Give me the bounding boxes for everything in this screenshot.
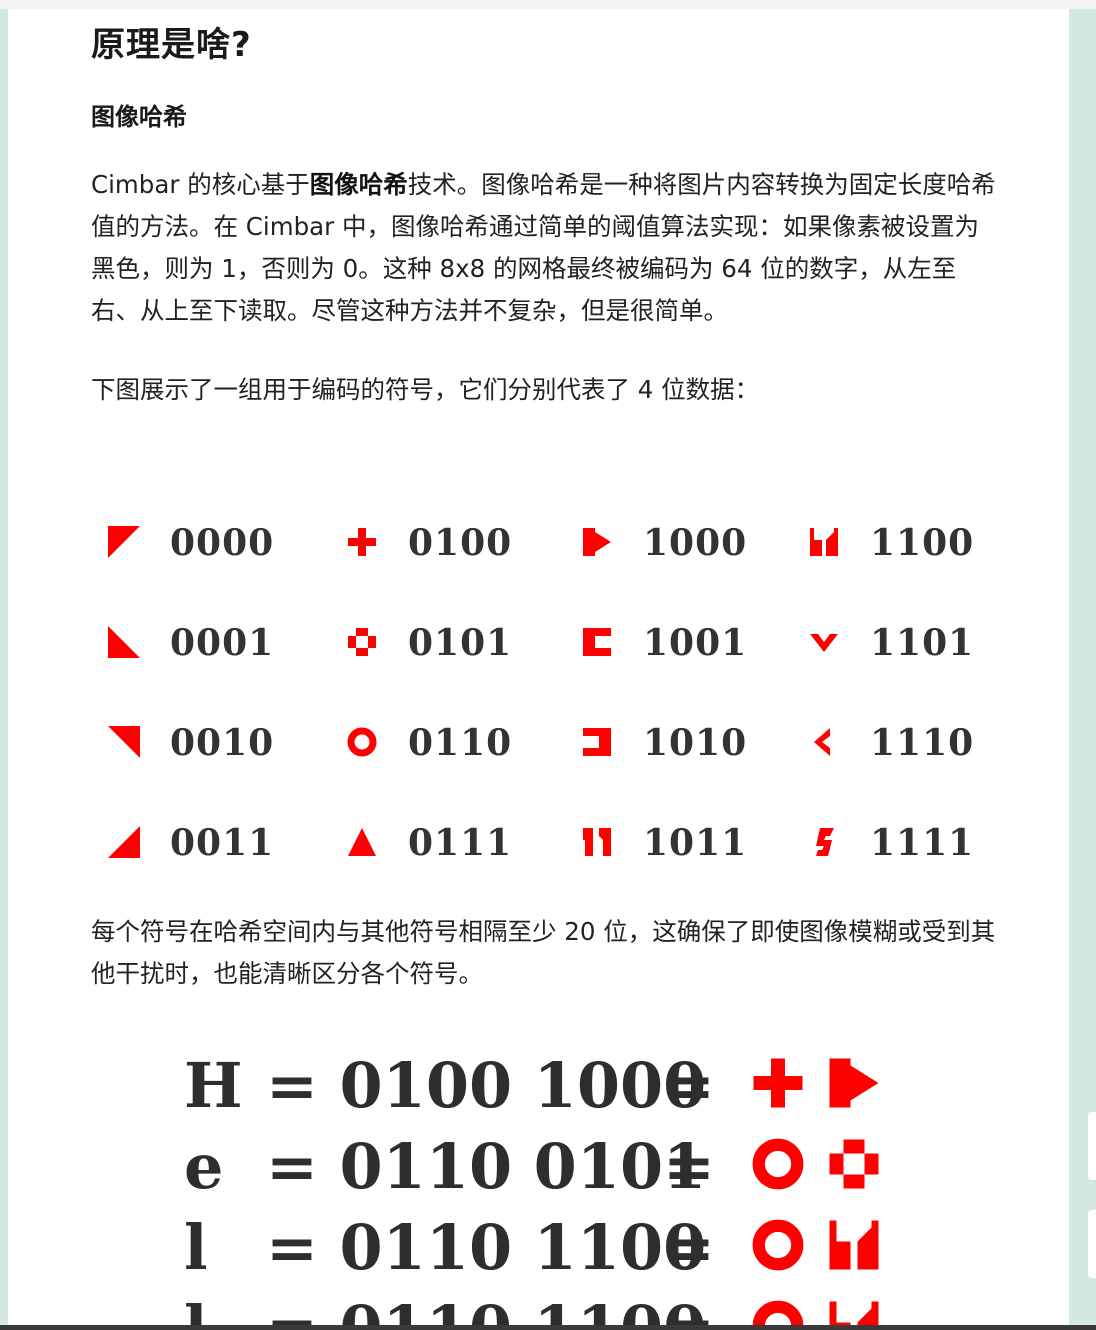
encoded-char: H bbox=[184, 1049, 243, 1122]
paragraph-intro: Cimbar 的核心基于图像哈希技术。图像哈希是一种将图片内容转换为固定长度哈希… bbox=[91, 170, 996, 325]
equals-sign: = bbox=[663, 1130, 715, 1203]
ring-icon bbox=[752, 1219, 804, 1271]
four-blocks-icon bbox=[829, 1139, 879, 1189]
symbol-code: 0010 bbox=[170, 722, 275, 764]
paragraph-symbols-intro: 下图展示了一组用于编码的符号，它们分别代表了 4 位数据： bbox=[91, 375, 760, 404]
side-tab-handle[interactable] bbox=[1088, 1112, 1096, 1180]
top-left-triangle-icon bbox=[108, 526, 140, 558]
encoding-example: H = 0100 1000 = e = 0110 0101 = l = 0110 1100 = l… bbox=[8, 1049, 1069, 1330]
plus-icon bbox=[348, 528, 376, 556]
section-title: 原理是啥? bbox=[91, 25, 252, 65]
chevron-down-icon bbox=[810, 634, 838, 652]
symbol-entry: 0010 bbox=[108, 714, 328, 774]
encoded-char: e bbox=[184, 1130, 224, 1203]
symbol-grid: 0000 0001 0010 0011 0100 0101 0110 0111 1000 1001… bbox=[8, 489, 1069, 889]
symbol-code: 0001 bbox=[170, 622, 275, 664]
chevron-left-icon bbox=[814, 728, 830, 756]
symbol-code: 1111 bbox=[870, 822, 975, 864]
up-triangle-icon bbox=[348, 828, 376, 856]
notched-e-icon bbox=[583, 628, 611, 656]
symbol-entry: 0111 bbox=[346, 814, 566, 874]
equals-sign: = bbox=[663, 1211, 715, 1284]
encoding-row: l = 0110 1100 = bbox=[8, 1211, 1069, 1293]
symbol-code: 0100 bbox=[408, 522, 513, 564]
symbol-code: 1010 bbox=[643, 722, 748, 764]
plus-icon bbox=[753, 1058, 803, 1108]
side-tab-handle[interactable] bbox=[1088, 1210, 1096, 1278]
ring-icon bbox=[752, 1138, 804, 1190]
bottom-right-triangle-icon bbox=[108, 826, 140, 858]
symbol-entry: 0001 bbox=[108, 614, 328, 674]
symbol-entry: 1000 bbox=[581, 514, 801, 574]
split-blocks-icon bbox=[810, 528, 838, 556]
article-body: 原理是啥? 图像哈希 Cimbar 的核心基于图像哈希技术。图像哈希是一种将图片… bbox=[8, 9, 1069, 1330]
symbol-entry: 1100 bbox=[808, 514, 1028, 574]
symbol-code: 0110 bbox=[408, 722, 513, 764]
four-blocks-icon bbox=[348, 628, 376, 656]
symbol-entry: 0000 bbox=[108, 514, 328, 574]
notched-bar-icon bbox=[583, 728, 611, 756]
encoded-bits: = 0110 0101 bbox=[266, 1130, 707, 1203]
top-right-triangle-icon bbox=[108, 726, 140, 758]
encoding-row: H = 0100 1000 = bbox=[8, 1049, 1069, 1131]
encoded-char: l bbox=[184, 1211, 208, 1284]
symbol-entry: 0110 bbox=[346, 714, 566, 774]
bars-icon bbox=[583, 828, 611, 856]
right-arrow-icon bbox=[583, 528, 611, 556]
symbol-entry: 1101 bbox=[808, 614, 1028, 674]
symbol-code: 1011 bbox=[643, 822, 748, 864]
symbol-entry: 0100 bbox=[346, 514, 566, 574]
symbol-code: 1000 bbox=[643, 522, 748, 564]
symbol-entry: 1111 bbox=[808, 814, 1028, 874]
split-blocks-icon bbox=[829, 1220, 879, 1270]
section-subtitle: 图像哈希 bbox=[91, 103, 187, 131]
bottom-left-triangle-icon bbox=[108, 626, 140, 658]
symbol-code: 1110 bbox=[870, 722, 975, 764]
symbol-code: 1101 bbox=[870, 622, 975, 664]
symbol-entry: 1010 bbox=[581, 714, 801, 774]
paragraph-hash-distance: 每个符号在哈希空间内与其他符号相隔至少 20 位，这确保了即使图像模糊或受到其他… bbox=[91, 917, 996, 988]
symbol-entry: 0101 bbox=[346, 614, 566, 674]
symbol-code: 0101 bbox=[408, 622, 513, 664]
symbol-code: 0111 bbox=[408, 822, 513, 864]
ring-icon bbox=[347, 727, 377, 757]
symbol-entry: 1011 bbox=[581, 814, 801, 874]
symbol-entry: 1001 bbox=[581, 614, 801, 674]
s-hook-icon bbox=[816, 828, 834, 856]
equals-sign: = bbox=[663, 1049, 715, 1122]
symbol-entry: 1110 bbox=[808, 714, 1028, 774]
encoded-bits: = 0110 1100 bbox=[266, 1211, 707, 1284]
symbol-code: 1100 bbox=[870, 522, 975, 564]
top-bar bbox=[0, 0, 1096, 9]
encoding-row: e = 0110 0101 = bbox=[8, 1130, 1069, 1212]
bottom-bar bbox=[0, 1325, 1096, 1330]
symbol-code: 1001 bbox=[643, 622, 748, 664]
right-arrow-icon bbox=[829, 1058, 879, 1108]
symbol-code: 0000 bbox=[170, 522, 275, 564]
encoded-bits: = 0100 1000 bbox=[266, 1049, 707, 1122]
symbol-entry: 0011 bbox=[108, 814, 328, 874]
symbol-code: 0011 bbox=[170, 822, 275, 864]
